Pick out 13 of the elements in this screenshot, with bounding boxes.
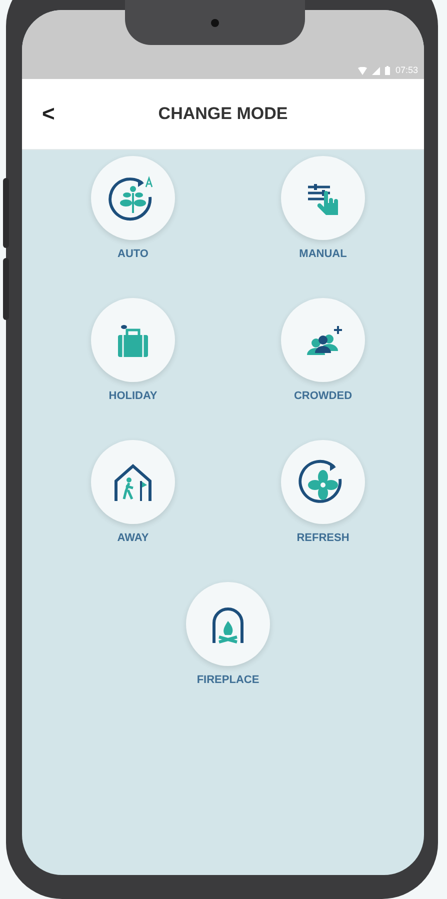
wifi-icon	[358, 67, 368, 75]
signal-icon	[372, 67, 380, 75]
mode-label[interactable]: CROWDED	[294, 390, 352, 402]
mode-label[interactable]: AWAY	[117, 532, 149, 544]
battery-icon	[385, 66, 390, 75]
mode-label[interactable]: HOLIDAY	[108, 390, 158, 402]
camera-icon	[211, 18, 219, 26]
back-button[interactable]: <	[42, 101, 55, 127]
mode-label[interactable]: AUTO	[118, 248, 148, 260]
mode-label[interactable]: MANUAL	[299, 248, 347, 260]
mode-label[interactable]: REFRESH	[296, 532, 350, 544]
screen-title: CHANGE MODE	[158, 104, 288, 124]
mode-label[interactable]: FIREPLACE	[196, 674, 260, 686]
